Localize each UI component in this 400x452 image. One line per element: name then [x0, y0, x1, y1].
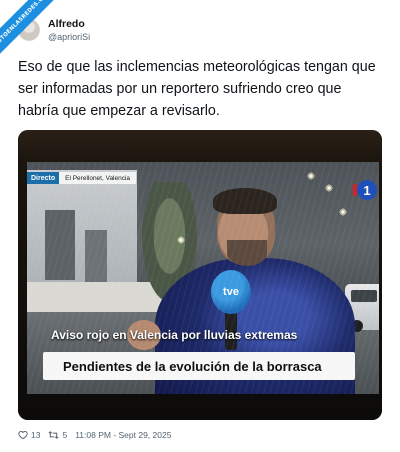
- live-banner: Directo El Perellonet, Valencia: [27, 172, 137, 184]
- tv-screen: tve Directo El Perellonet, Valencia 1 Av…: [27, 162, 379, 394]
- tweet-text: Eso de que las inclemencias meteorológic…: [18, 59, 376, 119]
- retweet-stat[interactable]: 5: [48, 430, 67, 440]
- headline-caption: Aviso rojo en Valencia por lluvias extre…: [51, 328, 298, 342]
- live-tag: Directo: [27, 172, 60, 184]
- like-count: 13: [31, 430, 41, 440]
- channel-logo-icon: 1: [353, 180, 377, 200]
- tweet-photo[interactable]: tve Directo El Perellonet, Valencia 1 Av…: [18, 130, 382, 420]
- tweet-footer: 13 5 11:08 PM - Sept 29, 2025: [18, 428, 179, 442]
- retweet-count: 5: [62, 430, 68, 440]
- tweet-card: Alfredo @aprioriSi Eso de que las inclem…: [10, 6, 390, 446]
- display-name[interactable]: Alfredo: [48, 18, 90, 31]
- user-handle[interactable]: @aprioriSi: [48, 31, 90, 43]
- retweet-icon: [49, 431, 59, 439]
- author-names: Alfredo @aprioriSi: [48, 18, 90, 43]
- heart-icon: [18, 430, 28, 440]
- like-stat[interactable]: 13: [18, 430, 40, 440]
- channel-number: 1: [363, 182, 371, 198]
- subheadline-caption: Pendientes de la evolución de la borrasc…: [43, 352, 355, 380]
- timestamp[interactable]: 11:08 PM - Sept 29, 2025: [75, 430, 171, 440]
- live-location: El Perellonet, Valencia: [59, 172, 137, 184]
